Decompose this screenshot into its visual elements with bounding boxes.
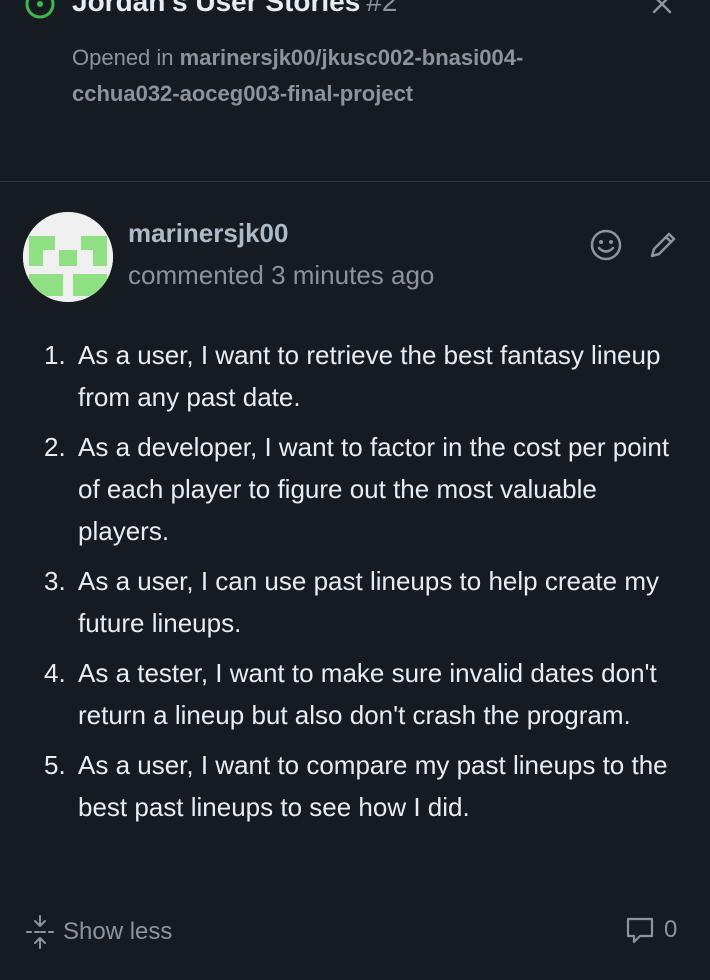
list-number: 5.	[44, 750, 66, 780]
unfold-icon	[26, 915, 54, 949]
issue-title: Jordan's User Stories #2	[72, 0, 397, 18]
identicon-image	[23, 212, 113, 302]
show-less-button[interactable]: Show less	[25, 914, 172, 950]
edit-icon[interactable]	[645, 227, 681, 263]
show-less-label: Show less	[63, 918, 173, 945]
list-item: 4. As a tester, I want to make sure inval…	[0, 652, 700, 736]
story-text: As a user, I want to compare my past lin…	[78, 750, 668, 822]
story-text: As a user, I can use past lineups to hel…	[78, 566, 659, 638]
opened-in-text: Opened in marinersjk00/jkusc002-bnasi004…	[72, 40, 542, 112]
story-text: As a user, I want to retrieve the best f…	[78, 340, 661, 412]
emoji-icon[interactable]	[588, 227, 624, 263]
comment-timestamp: commented 3 minutes ago	[128, 260, 435, 290]
comment-icon	[626, 917, 654, 944]
issue-number: #2	[366, 0, 398, 17]
avatar[interactable]	[23, 212, 113, 302]
story-text: As a tester, I want to make sure invalid…	[78, 658, 657, 730]
issue-title-text: Jordan's User Stories	[72, 0, 361, 17]
list-item: 3. As a user, I can use past lineups to h…	[0, 560, 700, 644]
issue-open-icon	[25, 0, 55, 19]
list-item: 5. As a user, I want to compare my past l…	[0, 744, 700, 828]
issue-header: Jordan's User Stories #2 Opened in marine…	[0, 0, 710, 182]
list-number: 1.	[44, 340, 66, 370]
list-number: 3.	[44, 566, 66, 596]
story-text: As a developer, I want to factor in the …	[78, 432, 670, 546]
list-item: 1. As a user, I want to retrieve the best…	[0, 334, 700, 418]
comment-count-label: 0	[664, 916, 678, 943]
list-item: 2. As a developer, I want to factor in th…	[0, 426, 700, 552]
user-stories-list: 1. As a user, I want to retrieve the best…	[0, 334, 700, 836]
comment-author[interactable]: marinersjk00	[128, 218, 288, 249]
comment-count[interactable]: 0	[624, 912, 677, 948]
list-number: 2.	[44, 432, 66, 462]
close-icon[interactable]	[648, 0, 676, 18]
issue-panel: Jordan's User Stories #2 Opened in marine…	[0, 0, 710, 980]
opened-prefix: Opened in	[72, 45, 180, 70]
list-number: 4.	[44, 658, 66, 688]
